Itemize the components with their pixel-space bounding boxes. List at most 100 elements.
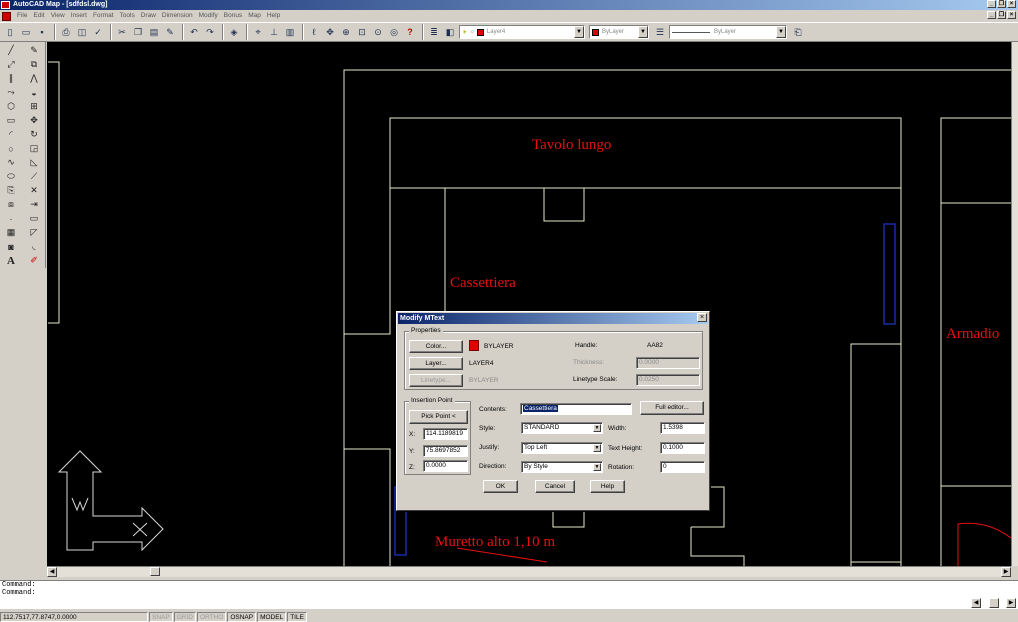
multiline-text-icon[interactable]: A	[3, 254, 19, 267]
direction-select[interactable]: By Style ▼	[521, 461, 603, 473]
redo-icon[interactable]: ↷	[203, 25, 217, 39]
zoom-realtime-icon[interactable]: ⊕	[339, 25, 353, 39]
menu-map[interactable]: Map	[245, 10, 264, 22]
region-icon[interactable]: ◙	[3, 240, 19, 253]
polygon-icon[interactable]: ⬡	[3, 100, 19, 113]
rotate-icon[interactable]: ↻	[26, 128, 42, 141]
zoom-previous-icon[interactable]: ⊙	[371, 25, 385, 39]
point-icon[interactable]: ·	[3, 212, 19, 225]
layer-combo[interactable]: ☀ ☼ Layer4 ▼	[459, 25, 585, 39]
lengthen-icon[interactable]: ⟋	[26, 170, 42, 183]
insert-block-icon[interactable]: ⎘	[3, 184, 19, 197]
trim-icon[interactable]: ✕	[26, 184, 42, 197]
copy-icon[interactable]: ❐	[131, 25, 145, 39]
make-object-layer-icon[interactable]: ◧	[443, 25, 457, 39]
mirror-icon[interactable]: ⋀	[26, 72, 42, 85]
open-icon[interactable]: ▭	[19, 25, 33, 39]
vertical-scrollbar[interactable]	[1011, 42, 1018, 566]
scroll-right-icon[interactable]: ▶	[1001, 567, 1011, 577]
chevron-down-icon[interactable]: ▼	[593, 463, 601, 471]
scroll-thumb[interactable]	[989, 598, 999, 608]
chevron-down-icon[interactable]: ▼	[574, 26, 584, 38]
doc-close-button[interactable]: ×	[1007, 11, 1016, 19]
chevron-down-icon[interactable]: ▼	[593, 444, 601, 452]
snap-toggle[interactable]: SNAP	[149, 611, 173, 622]
close-button[interactable]: ×	[1007, 0, 1016, 8]
zoom-window-icon[interactable]: ⊡	[355, 25, 369, 39]
scroll-left-icon[interactable]: ◀	[47, 567, 57, 577]
linetype-combo[interactable]: ByLayer ▼	[669, 25, 787, 39]
width-field[interactable]: 1.5398	[660, 422, 705, 434]
arc-icon[interactable]: ◜	[3, 128, 19, 141]
hyperlink-icon[interactable]: ◈	[227, 25, 241, 39]
restore-button[interactable]: ❐	[997, 0, 1006, 8]
fillet-icon[interactable]: ◟	[26, 240, 42, 253]
minimize-button[interactable]: _	[987, 0, 996, 8]
document-icon[interactable]	[2, 11, 11, 21]
stretch-icon[interactable]: ◺	[26, 156, 42, 169]
y-field[interactable]: 75.8697852	[423, 445, 468, 457]
explode-icon[interactable]: ✐	[26, 254, 42, 267]
color-combo[interactable]: ByLayer ▼	[589, 25, 649, 39]
command-window[interactable]: Command: Command:	[0, 580, 1018, 609]
full-editor-button[interactable]: Full editor...	[640, 401, 704, 415]
snap-from-icon[interactable]: ⌖	[251, 25, 265, 39]
layers-icon[interactable]: ≣	[427, 25, 441, 39]
linetype-icon[interactable]: ☰	[653, 25, 667, 39]
color-button[interactable]: Color...	[409, 340, 463, 353]
inquiry-icon[interactable]: ▥	[283, 25, 297, 39]
preview-icon[interactable]: ◫	[75, 25, 89, 39]
text-height-field[interactable]: 0.1000	[660, 442, 705, 454]
menu-insert[interactable]: Insert	[68, 10, 90, 22]
pan-icon[interactable]: ✥	[323, 25, 337, 39]
multiline-icon[interactable]: ∥	[3, 72, 19, 85]
horizontal-scrollbar[interactable]: ◀ ▶	[47, 566, 1011, 577]
scroll-thumb[interactable]	[150, 567, 160, 576]
grid-toggle[interactable]: GRID	[173, 611, 196, 622]
menu-format[interactable]: Format	[90, 10, 117, 22]
menu-tools[interactable]: Tools	[117, 10, 138, 22]
scale-icon[interactable]: ◲	[26, 142, 42, 155]
plot-icon[interactable]: ⎗	[791, 25, 805, 39]
dialog-close-button[interactable]: ×	[697, 313, 707, 322]
paste-icon[interactable]: ▤	[147, 25, 161, 39]
pick-point-button[interactable]: Pick Point <	[409, 410, 468, 424]
new-icon[interactable]: ▯	[3, 25, 17, 39]
aerial-view-icon[interactable]: ◎	[387, 25, 401, 39]
menu-edit[interactable]: Edit	[30, 10, 47, 22]
justify-select[interactable]: Top Left ▼	[521, 442, 603, 454]
chevron-down-icon[interactable]: ▼	[593, 424, 601, 432]
tile-toggle[interactable]: TILE	[287, 611, 307, 622]
polyline-icon[interactable]: ⤳	[3, 86, 19, 99]
contents-field[interactable]: Cassettiera	[520, 403, 632, 415]
erase-icon[interactable]: ✎	[26, 44, 42, 57]
spell-icon[interactable]: ✓	[91, 25, 105, 39]
ortho-toggle[interactable]: ORTHO	[196, 611, 227, 622]
cancel-button[interactable]: Cancel	[535, 480, 575, 493]
hatch-icon[interactable]: ▦	[3, 226, 19, 239]
help-button[interactable]: Help	[590, 480, 625, 493]
x-field[interactable]: 114.1189819	[423, 428, 468, 440]
menu-dimension[interactable]: Dimension	[159, 10, 196, 22]
help-icon[interactable]: ?	[403, 25, 417, 39]
doc-restore-button[interactable]: ❐	[997, 11, 1006, 19]
save-icon[interactable]: ▪	[35, 25, 49, 39]
scroll-left-icon[interactable]: ◀	[971, 598, 981, 608]
rotation-field[interactable]: 0	[660, 461, 705, 473]
menu-bonus[interactable]: Bonus	[221, 10, 245, 22]
undo-icon[interactable]: ↶	[187, 25, 201, 39]
print-icon[interactable]: ⎙	[59, 25, 73, 39]
break-icon[interactable]: ▭	[26, 212, 42, 225]
rectangle-icon[interactable]: ▭	[3, 114, 19, 127]
move-icon[interactable]: ✥	[26, 114, 42, 127]
menu-file[interactable]: File	[14, 10, 30, 22]
model-toggle[interactable]: MODEL	[257, 611, 287, 622]
chevron-down-icon[interactable]: ▼	[638, 26, 648, 38]
chamfer-icon[interactable]: ◸	[26, 226, 42, 239]
copy-object-icon[interactable]: ⧉	[26, 58, 42, 71]
cut-icon[interactable]: ✂	[115, 25, 129, 39]
doc-minimize-button[interactable]: _	[987, 11, 996, 19]
redraw-icon[interactable]: ℓ	[307, 25, 321, 39]
ellipse-icon[interactable]: ⬭	[3, 170, 19, 183]
extend-icon[interactable]: ⇥	[26, 198, 42, 211]
